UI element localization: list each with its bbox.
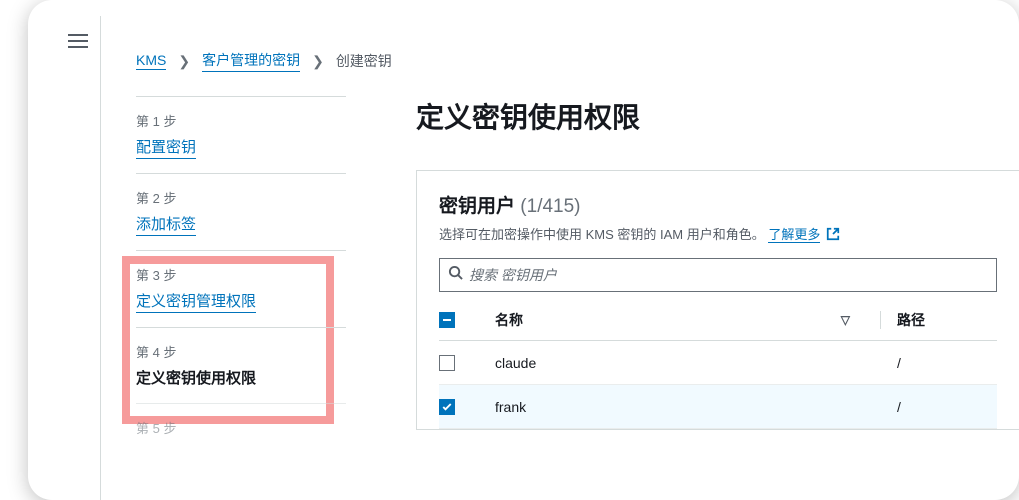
step-2[interactable]: 第 2 步 添加标签: [136, 173, 346, 250]
step-1[interactable]: 第 1 步 配置密钥: [136, 96, 346, 173]
panel-description: 选择可在加密操作中使用 KMS 密钥的 IAM 用户和角色。 了解更多: [439, 224, 997, 244]
step-label: 第 1 步: [136, 111, 346, 130]
row-name: claude: [495, 355, 864, 371]
divider: [100, 16, 101, 500]
panel-title: 密钥用户 (1/415): [439, 191, 997, 218]
select-all-checkbox[interactable]: [439, 312, 455, 328]
table-row[interactable]: claude /: [439, 341, 997, 385]
step-label: 第 4 步: [136, 342, 346, 361]
wizard-steps: 第 1 步 配置密钥 第 2 步 添加标签 第 3 步 定义密钥管理权限 第 4…: [136, 96, 346, 457]
step-label: 第 3 步: [136, 265, 346, 284]
key-users-panel: 密钥用户 (1/415) 选择可在加密操作中使用 KMS 密钥的 IAM 用户和…: [416, 170, 1019, 430]
breadcrumb-current: 创建密钥: [336, 51, 392, 71]
column-path[interactable]: 路径: [897, 312, 925, 328]
users-table: 名称 ▽ 路径: [439, 310, 997, 429]
search-icon: [448, 265, 463, 285]
step-label: 第 5 步: [136, 418, 346, 437]
row-path: /: [897, 399, 997, 415]
step-label: 第 2 步: [136, 188, 346, 207]
step-title-admin-perms[interactable]: 定义密钥管理权限: [136, 290, 256, 313]
row-path: /: [897, 355, 997, 371]
row-checkbox[interactable]: [439, 355, 455, 371]
table-header: 名称 ▽ 路径: [439, 310, 997, 341]
row-name: frank: [495, 399, 864, 415]
panel-description-text: 选择可在加密操作中使用 KMS 密钥的 IAM 用户和角色。: [439, 227, 765, 242]
breadcrumb-kms[interactable]: KMS: [136, 52, 166, 70]
search-field[interactable]: [439, 258, 997, 292]
spacer: [880, 354, 881, 372]
step-title-configure[interactable]: 配置密钥: [136, 136, 196, 159]
search-input[interactable]: [469, 267, 988, 283]
chevron-right-icon: ❯: [178, 53, 190, 70]
breadcrumb: KMS ❯ 客户管理的密钥 ❯ 创建密钥: [136, 50, 1019, 72]
panel-count: (1/415): [520, 196, 580, 217]
breadcrumb-customer-keys[interactable]: 客户管理的密钥: [202, 50, 300, 72]
page-title: 定义密钥使用权限: [416, 96, 1019, 136]
row-checkbox[interactable]: [439, 399, 455, 415]
hamburger-menu-icon[interactable]: [68, 30, 92, 54]
column-name[interactable]: 名称: [495, 310, 523, 330]
column-divider: [880, 311, 881, 329]
spacer: [880, 398, 881, 416]
step-title-usage-perms: 定义密钥使用权限: [136, 367, 256, 389]
chevron-right-icon: ❯: [312, 53, 324, 70]
learn-more-link[interactable]: 了解更多: [768, 227, 820, 243]
panel-title-text: 密钥用户: [439, 196, 515, 217]
external-link-icon: [826, 227, 840, 244]
table-row[interactable]: frank /: [439, 385, 997, 429]
step-title-tags[interactable]: 添加标签: [136, 213, 196, 236]
step-4[interactable]: 第 4 步 定义密钥使用权限: [136, 327, 346, 403]
step-5[interactable]: 第 5 步: [136, 403, 346, 457]
sort-icon[interactable]: ▽: [841, 313, 850, 327]
step-3[interactable]: 第 3 步 定义密钥管理权限: [136, 250, 346, 327]
